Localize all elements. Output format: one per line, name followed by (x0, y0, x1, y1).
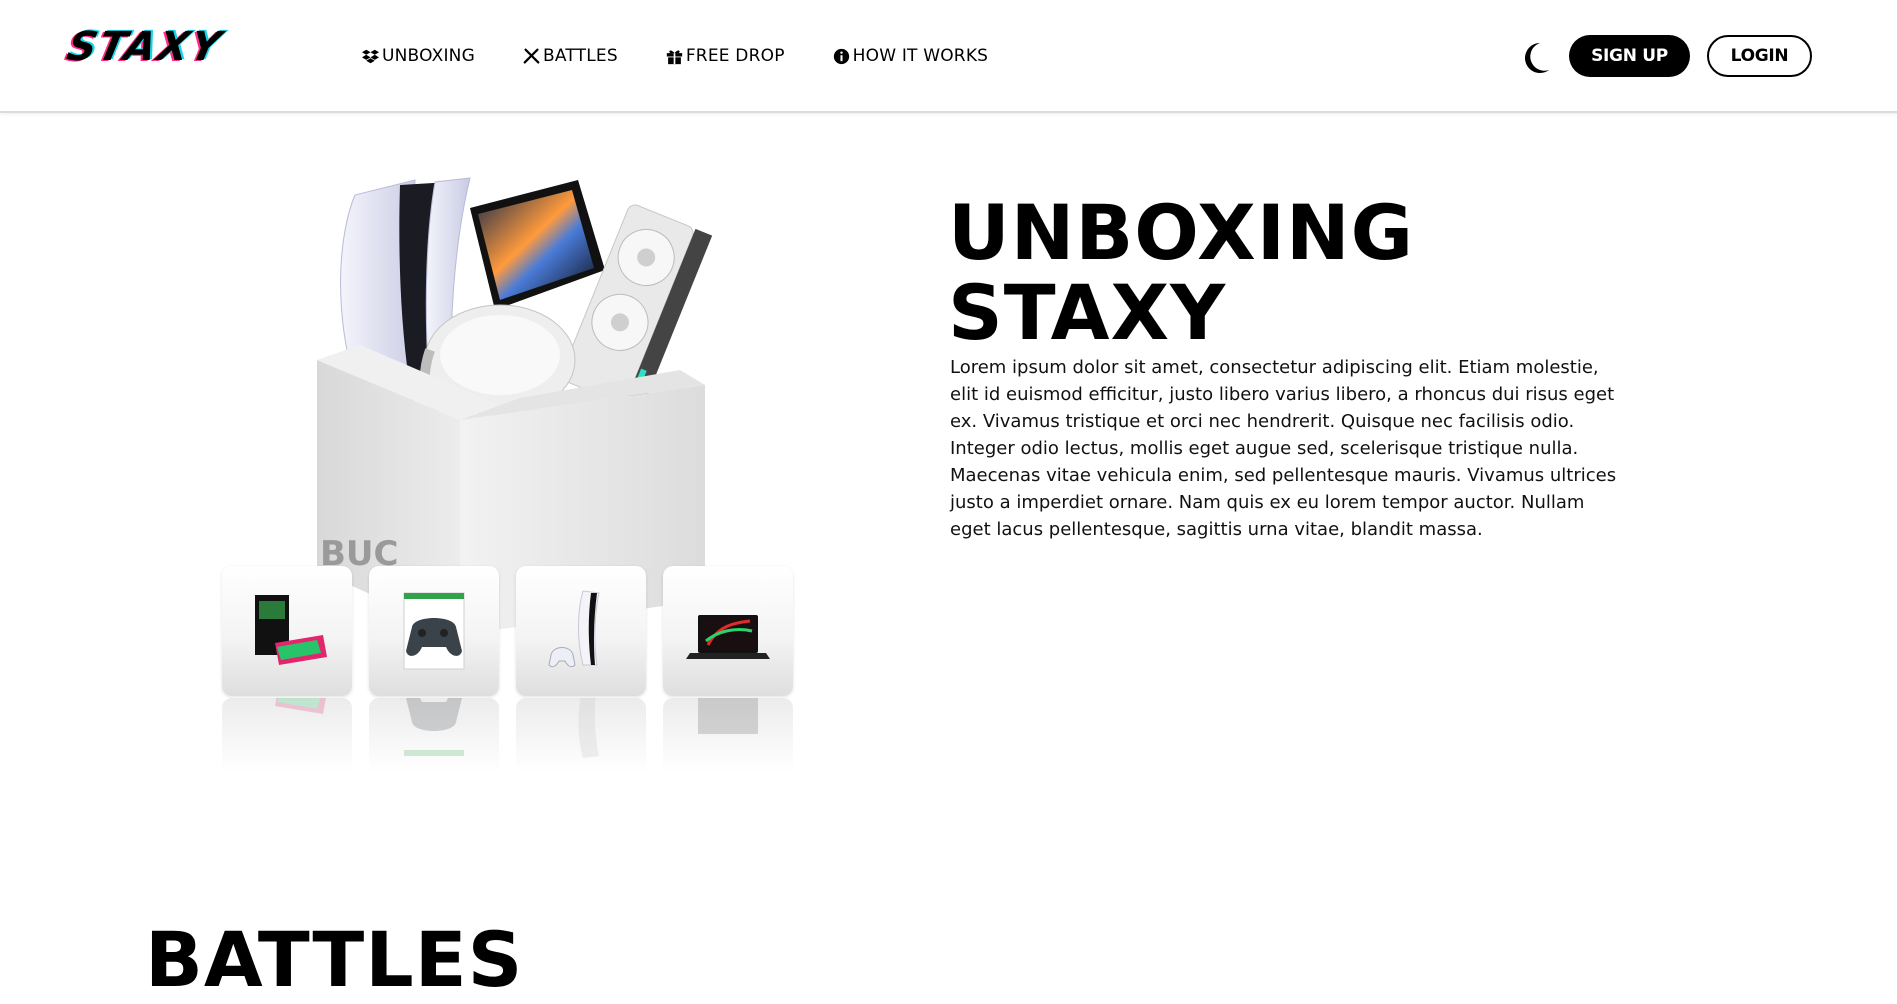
crossed-swords-icon (523, 47, 543, 65)
thumbnail-item (663, 566, 793, 776)
gift-icon (666, 47, 686, 65)
dropbox-icon (362, 47, 382, 65)
info-circle-icon (833, 47, 853, 65)
nav-item-label: FREE DROP (685, 46, 785, 66)
moon-icon[interactable] (1520, 40, 1552, 76)
xbox-controller-icon[interactable] (369, 566, 499, 696)
nav-item-how-it-works[interactable]: HOW IT WORKS (833, 46, 989, 66)
thumbnail-reflection (222, 698, 352, 773)
hero-description: Lorem ipsum dolor sit amet, consectetur … (950, 357, 1617, 540)
thumbnail-item (516, 566, 646, 776)
hero-title-line: STAXY (948, 268, 1227, 357)
nav-item-battles[interactable]: BATTLES (523, 46, 618, 66)
site-header: STAXY STAXY STAXY UNBOXING BATTLES FREE … (0, 0, 1897, 113)
thumbnail-item (369, 566, 499, 776)
sign-up-button[interactable]: SIGN UP (1569, 35, 1690, 77)
svg-text:STAXY: STAXY (64, 28, 229, 68)
hero-title-line: UNBOXING (948, 188, 1415, 277)
nav-item-label: BATTLES (542, 46, 618, 66)
product-thumbnails (222, 566, 794, 776)
nav-item-label: HOW IT WORKS (852, 46, 989, 66)
thumbnail-item (222, 566, 352, 776)
main-nav: UNBOXING BATTLES FREE DROP HOW IT WORKS (362, 43, 988, 69)
battles-section-title: BATTLES (145, 915, 524, 1004)
thumbnail-reflection (369, 698, 499, 773)
nav-item-unboxing[interactable]: UNBOXING (362, 46, 475, 66)
ps5-console-icon[interactable] (516, 566, 646, 696)
thumbnail-reflection (516, 698, 646, 773)
staxy-logo[interactable]: STAXY STAXY STAXY (61, 21, 272, 70)
graphics-card-box-icon[interactable] (222, 566, 352, 696)
hero-title: UNBOXING STAXY (948, 193, 1648, 353)
gaming-laptop-icon[interactable] (663, 566, 793, 696)
nav-item-label: UNBOXING (382, 46, 475, 66)
thumbnail-reflection (663, 698, 793, 773)
nav-item-free-drop[interactable]: FREE DROP (666, 46, 785, 66)
login-button[interactable]: LOGIN (1707, 35, 1812, 77)
